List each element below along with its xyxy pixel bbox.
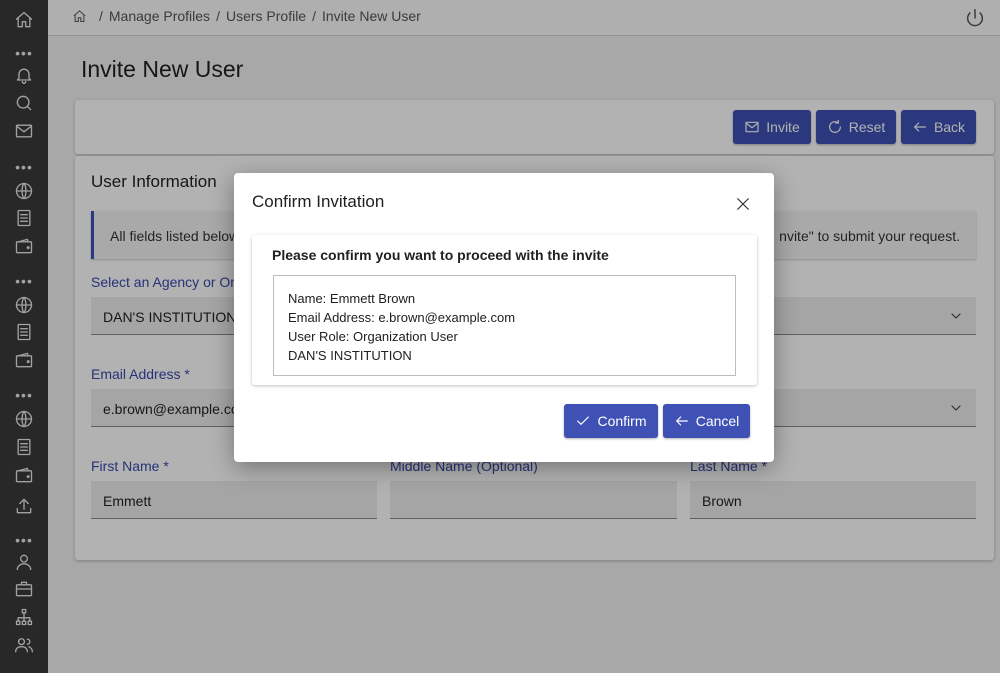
cancel-button[interactable]: Cancel — [663, 404, 750, 438]
arrow-left-icon — [675, 416, 688, 426]
cancel-button-label: Cancel — [695, 413, 740, 429]
dialog-message: Please confirm you want to proceed with … — [272, 247, 609, 263]
confirm-button-label: Confirm — [597, 413, 647, 429]
detail-role: User Role: Organization User — [288, 329, 458, 344]
close-icon[interactable] — [734, 195, 752, 213]
dialog-content-card: Please confirm you want to proceed with … — [252, 235, 757, 385]
detail-name: Name: Emmett Brown — [288, 291, 416, 306]
invite-details-box: Name: Emmett Brown Email Address: e.brow… — [273, 275, 736, 376]
detail-organization: DAN'S INSTITUTION — [288, 348, 412, 363]
confirm-invitation-dialog: Confirm Invitation Please confirm you wa… — [234, 173, 774, 462]
confirm-button[interactable]: Confirm — [564, 404, 658, 438]
check-icon — [577, 416, 590, 425]
dialog-title: Confirm Invitation — [252, 192, 385, 211]
detail-email: Email Address: e.brown@example.com — [288, 310, 516, 325]
